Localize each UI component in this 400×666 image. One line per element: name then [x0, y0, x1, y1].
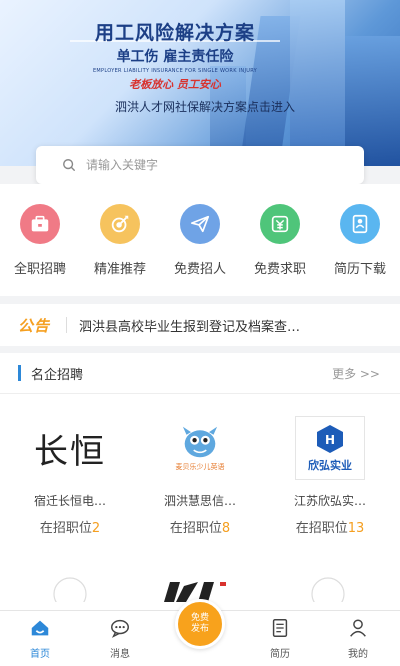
- menu-label: 免费求职: [253, 262, 306, 277]
- publish-line-1: 免费: [190, 613, 209, 623]
- section-title: 名企招聘: [31, 367, 84, 383]
- menu-label: 简历下载: [333, 262, 386, 277]
- banner-slogan: 老板放心 员工安心: [129, 78, 221, 91]
- tab-label-publish: 发布: [175, 651, 225, 666]
- search-input[interactable]: [86, 158, 336, 172]
- company-jobs: 在招职位8: [169, 521, 231, 536]
- announcement-tag: 公告: [18, 316, 51, 335]
- menu-label: 免费招人: [173, 262, 226, 277]
- company-jobs: 在招职位2: [39, 521, 101, 536]
- banner-title: 用工风险解决方案: [94, 22, 255, 44]
- chat-icon: [111, 619, 129, 638]
- search-bar[interactable]: [36, 146, 364, 184]
- company-logo-placeholder: [50, 572, 90, 611]
- company-logo-placeholder: [308, 572, 348, 611]
- tab-home[interactable]: 首页: [10, 617, 70, 660]
- company-logo-partial: [160, 572, 240, 602]
- company-jobs: 在招职位13: [295, 521, 365, 536]
- feature-menu: 全职招聘 精准推荐 免费招人 免费求职 简历下载: [0, 184, 400, 296]
- tab-label: 消息: [110, 649, 130, 660]
- tab-label: 简历: [270, 649, 290, 660]
- tab-resume[interactable]: 简历: [250, 617, 310, 660]
- menu-item-free-hire[interactable]: 免费招人: [160, 204, 240, 277]
- search-icon: [63, 159, 75, 171]
- banner-subtitle: 单工伤 雇主责任险: [116, 49, 234, 65]
- company-card[interactable]: H 欣弘实业 江苏欣弘实… 在招职位13: [270, 416, 390, 536]
- paper-plane-icon: [180, 204, 220, 244]
- announcement-text[interactable]: 泗洪县高校毕业生报到登记及档案查…: [79, 316, 349, 335]
- app-screen: 用工风险解决方案 单工伤 雇主责任险 EMPLOYER LIABILITY IN…: [0, 0, 400, 666]
- svg-text:H: H: [325, 433, 335, 447]
- monster-logo-icon: [182, 426, 218, 458]
- section-header-companies: 名企招聘 更多 >>: [0, 353, 400, 393]
- announcement-bar[interactable]: 公告 泗洪县高校毕业生报到登记及档案查…: [0, 304, 400, 346]
- jobs-count: 13: [347, 521, 365, 536]
- banner-english: EMPLOYER LIABILITY INSURANCE FOR SINGLE …: [92, 68, 258, 74]
- menu-item-free-job[interactable]: 免费求职: [240, 204, 320, 277]
- home-icon: [31, 620, 49, 636]
- divider: [66, 317, 68, 333]
- tab-label: 首页: [30, 649, 50, 660]
- tab-label: 我的: [348, 649, 368, 660]
- tab-messages[interactable]: 消息: [90, 617, 150, 660]
- jobs-count: 8: [221, 521, 231, 536]
- document-icon: [272, 619, 288, 637]
- company-logo: 长恒: [34, 431, 106, 472]
- menu-item-recommend[interactable]: 精准推荐: [80, 204, 160, 277]
- tab-profile[interactable]: 我的: [328, 617, 388, 660]
- more-link[interactable]: 更多 >>: [332, 365, 380, 382]
- publish-button[interactable]: 免费 发布: [175, 599, 225, 649]
- company-name: 江苏欣弘实…: [293, 494, 366, 508]
- hexagon-logo-icon: H: [317, 424, 343, 453]
- resume-icon: [340, 204, 380, 244]
- company-card[interactable]: 麦贝乐少儿英语 泗洪慧思信… 在招职位8: [140, 416, 260, 536]
- company-logo: 麦贝乐少儿英语: [163, 416, 237, 480]
- user-icon: [350, 619, 366, 637]
- menu-label: 精准推荐: [93, 262, 146, 277]
- menu-item-resume-download[interactable]: 简历下载: [320, 204, 400, 277]
- target-icon: [100, 204, 140, 244]
- company-list: 长恒 宿迁长恒电… 在招职位2 麦贝乐少儿英语 泗洪慧思信… 在招职位8 H 欣…: [0, 394, 400, 611]
- briefcase-icon: [20, 204, 60, 244]
- company-card[interactable]: 长恒 宿迁长恒电… 在招职位2: [10, 416, 130, 537]
- money-icon: [260, 204, 300, 244]
- promo-banner[interactable]: 用工风险解决方案 单工伤 雇主责任险 EMPLOYER LIABILITY IN…: [0, 0, 400, 166]
- publish-line-2: 发布: [190, 624, 209, 634]
- banner-building: [290, 0, 345, 166]
- section-accent-bar: [18, 365, 21, 381]
- bottom-tab-bar: 首页 消息 免费 发布 发布 简历 我的: [0, 599, 400, 666]
- menu-item-fulltime[interactable]: 全职招聘: [0, 204, 80, 277]
- banner-entry-link[interactable]: 泗洪人才网社保解决方案点击进入: [90, 98, 320, 115]
- menu-label: 全职招聘: [13, 262, 66, 277]
- company-name: 泗洪慧思信…: [163, 494, 236, 508]
- company-logo: H 欣弘实业: [295, 416, 365, 480]
- company-name: 宿迁长恒电…: [33, 494, 106, 508]
- jobs-count: 2: [91, 521, 101, 536]
